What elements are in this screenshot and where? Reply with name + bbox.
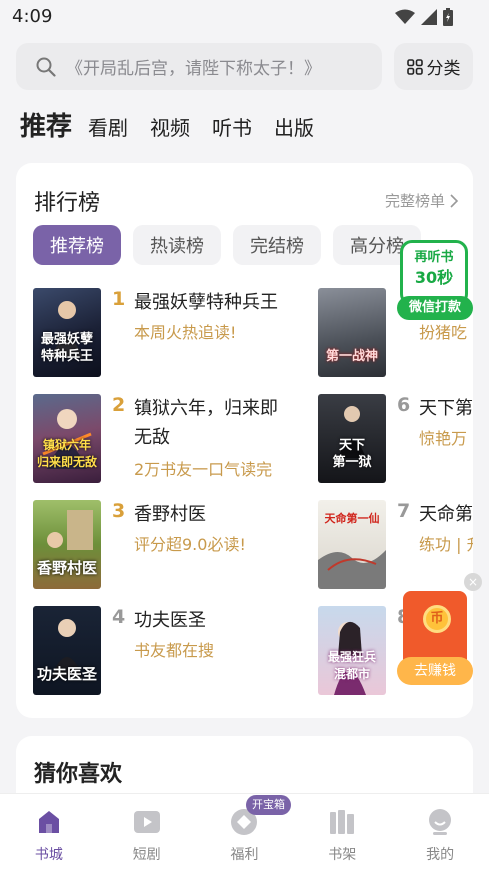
cover-title: 最强狂兵 混都市 xyxy=(327,650,376,681)
book-title: 镇狱六年，归来即无敌 xyxy=(134,398,278,448)
nav-label: 书架 xyxy=(328,847,357,863)
book-title: 天命第 xyxy=(419,504,473,525)
book-subtitle: 书友都在搜 xyxy=(134,641,215,660)
tab-recommend[interactable]: 推荐 xyxy=(20,106,72,143)
ranking-title: 排行榜 xyxy=(34,191,101,216)
book-cover: 最强妖孽 特种兵王 xyxy=(33,288,101,377)
nav-label: 书城 xyxy=(34,847,63,863)
grid-icon xyxy=(406,58,423,75)
rank-number: 6 xyxy=(397,394,411,416)
nav-bookshelf[interactable]: 书架 xyxy=(293,794,391,869)
tab-audiobook[interactable]: 听书 xyxy=(212,112,252,141)
rank-number: 2 xyxy=(112,394,126,416)
book-subtitle: 扮猪吃 xyxy=(419,323,468,342)
book-title: 功夫医圣 xyxy=(134,610,206,631)
status-bar: 4:09 xyxy=(0,0,489,34)
nav-label: 福利 xyxy=(230,847,259,863)
earn-money-button[interactable]: 去赚钱 xyxy=(397,657,473,685)
guess-you-like-title: 猜你喜欢 xyxy=(34,762,123,787)
cover-title: 镇狱六年 归来即无敌 xyxy=(36,438,97,469)
book-subtitle: 评分超9.0必读! xyxy=(134,535,246,554)
cover-title: 天命第一仙 xyxy=(324,512,380,525)
tab-publish[interactable]: 出版 xyxy=(274,112,314,141)
book-cover: 第一战神 xyxy=(318,288,386,377)
search-icon xyxy=(36,57,56,77)
close-icon[interactable]: × xyxy=(464,573,482,591)
audio-reward-widget[interactable]: 再听书 30秒 微信打款 xyxy=(397,240,473,320)
search-input[interactable]: 《开局乱后宫，请陛下称太子！》 xyxy=(16,43,382,90)
cover-title: 香野村医 xyxy=(36,559,97,577)
signal-icon xyxy=(421,9,437,25)
wechat-payout-button[interactable]: 微信打款 xyxy=(397,296,473,320)
nav-label: 短剧 xyxy=(132,847,161,863)
bookstore-icon xyxy=(38,811,59,833)
book-subtitle: 惊艳万 xyxy=(419,429,468,448)
profile-icon xyxy=(429,809,452,835)
treasure-chest-badge[interactable]: 开宝箱 xyxy=(246,795,291,815)
status-time: 4:09 xyxy=(12,6,53,27)
tab-drama[interactable]: 看剧 xyxy=(88,112,128,141)
tab-video[interactable]: 视频 xyxy=(150,112,190,141)
earn-money-widget[interactable]: 币 去赚钱 xyxy=(397,591,473,685)
top-tabs: 推荐 看剧 视频 听书 出版 xyxy=(20,106,336,143)
audio-promo-line2: 30秒 xyxy=(414,268,454,287)
nav-profile[interactable]: 我的 xyxy=(391,794,489,869)
book-cover: 功夫医圣 xyxy=(33,606,101,695)
chip-finished[interactable]: 完结榜 xyxy=(233,225,321,265)
book-item[interactable]: 功夫医圣 4 功夫医圣 书友都在搜 xyxy=(33,606,303,695)
book-cover: 天下 第一狱 xyxy=(318,394,386,483)
rank-number: 4 xyxy=(112,606,126,628)
bottom-nav: 书城 短剧 福利 书架 我的 xyxy=(0,793,489,869)
category-button[interactable]: 分类 xyxy=(394,43,473,90)
book-item[interactable]: 天下 第一狱 6 天下第 惊艳万 xyxy=(318,394,473,483)
book-cover: 香野村医 xyxy=(33,500,101,589)
chip-recommend[interactable]: 推荐榜 xyxy=(33,225,121,265)
cover-title: 最强妖孽 特种兵王 xyxy=(40,332,93,364)
ranking-chips: 推荐榜 热读榜 完结榜 高分榜 xyxy=(33,225,421,265)
book-title: 香野村医 xyxy=(134,504,206,525)
book-item[interactable]: 香野村医 3 香野村医 评分超9.0必读! xyxy=(33,500,303,589)
play-icon xyxy=(133,811,160,833)
wifi-icon xyxy=(395,9,415,24)
coin-icon: 币 xyxy=(423,605,451,633)
audio-promo-line1: 再听书 xyxy=(414,250,454,265)
cover-title: 天下 第一狱 xyxy=(332,438,372,470)
book-cover: 镇狱六年 归来即无敌 xyxy=(33,394,101,483)
book-cover: 最强狂兵 混都市 xyxy=(318,606,386,695)
book-item[interactable]: 镇狱六年 归来即无敌 2 镇狱六年，归来即无敌 2万书友一口气读完 xyxy=(33,394,303,483)
book-cover: 天命第一仙 xyxy=(318,500,386,589)
cover-title: 第一战神 xyxy=(325,349,378,364)
full-ranking-link[interactable]: 完整榜单 xyxy=(385,190,459,211)
book-subtitle: 2万书友一口气读完 xyxy=(134,460,273,479)
book-title: 最强妖孽特种兵王 xyxy=(134,292,278,313)
category-label: 分类 xyxy=(426,59,461,79)
bookshelf-icon xyxy=(330,810,355,834)
full-ranking-label: 完整榜单 xyxy=(384,192,445,210)
book-item[interactable]: 最强妖孽 特种兵王 1 最强妖孽特种兵王 本周火热追读! xyxy=(33,288,303,377)
search-placeholder: 《开局乱后宫，请陛下称太子！》 xyxy=(66,59,321,79)
book-subtitle: 练功 | 升 xyxy=(419,535,473,554)
book-title: 天下第 xyxy=(419,398,473,419)
rank-number: 7 xyxy=(397,500,411,522)
nav-short-drama[interactable]: 短剧 xyxy=(98,794,196,869)
red-envelope-icon: 币 xyxy=(403,591,467,667)
battery-icon xyxy=(443,8,453,26)
nav-label: 我的 xyxy=(426,847,455,863)
rank-number: 3 xyxy=(112,500,126,522)
chevron-right-icon xyxy=(450,193,459,208)
cover-title: 功夫医圣 xyxy=(36,665,97,683)
nav-bookstore[interactable]: 书城 xyxy=(0,794,98,869)
rank-number: 1 xyxy=(112,288,126,310)
chip-hot[interactable]: 热读榜 xyxy=(133,225,221,265)
book-item[interactable]: 天命第一仙 7 天命第 练功 | 升 xyxy=(318,500,473,589)
book-subtitle: 本周火热追读! xyxy=(134,323,237,342)
